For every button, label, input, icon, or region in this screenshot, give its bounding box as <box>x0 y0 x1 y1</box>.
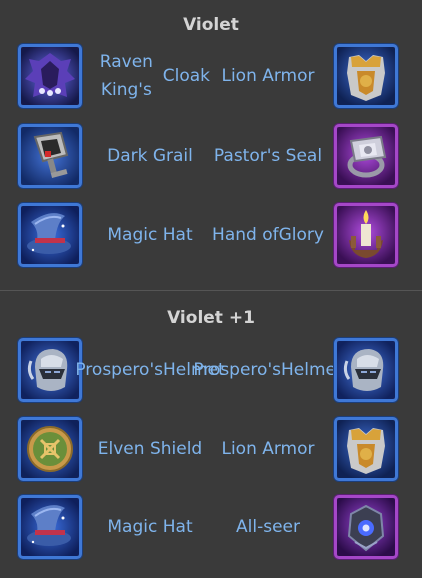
item-guide-panel: Violet Raven King's Cloak Lion Armor Dark… <box>0 0 422 578</box>
pastor-seal-icon[interactable] <box>334 124 398 188</box>
item-name: Prospero's Helmet <box>193 360 343 380</box>
item-name: Hand of Glory <box>212 225 324 245</box>
prospero-helmet-icon[interactable] <box>18 338 82 402</box>
dark-grail-icon[interactable] <box>18 124 82 188</box>
magic-hat-icon[interactable] <box>18 203 82 267</box>
lion-armor-icon[interactable] <box>334 417 398 481</box>
item-name: Magic Hat <box>107 225 193 245</box>
item-row: Prospero's Helmet Prospero's Helmet <box>0 338 422 406</box>
item-name: Dark Grail <box>107 146 193 166</box>
item-name: All-seer <box>236 517 300 537</box>
item-row: Magic Hat All-seer <box>0 495 422 563</box>
lion-armor-icon[interactable] <box>334 44 398 108</box>
item-name: Prospero's Helmet <box>75 360 225 380</box>
section-title-violet-plus-1: Violet +1 <box>167 308 255 328</box>
item-row: Magic Hat Hand of Glory <box>0 203 422 271</box>
section-divider <box>0 290 422 291</box>
item-name: Lion Armor <box>221 439 315 459</box>
item-row: Dark Grail Pastor's Seal <box>0 124 422 192</box>
item-name: Magic Hat <box>107 517 193 537</box>
item-row: Raven King's Cloak Lion Armor <box>0 44 422 112</box>
item-name: Pastor's Seal <box>213 146 323 166</box>
item-row: Elven Shield Lion Armor <box>0 417 422 485</box>
magic-hat-icon[interactable] <box>18 495 82 559</box>
item-name: Elven Shield <box>97 439 203 459</box>
item-name: Raven King's Cloak <box>99 52 210 100</box>
elven-shield-icon[interactable] <box>18 417 82 481</box>
raven-cloak-icon[interactable] <box>18 44 82 108</box>
prospero-helmet-icon[interactable] <box>334 338 398 402</box>
item-name: Lion Armor <box>221 66 315 86</box>
section-title-violet: Violet <box>183 15 239 35</box>
hand-of-glory-icon[interactable] <box>334 203 398 267</box>
all-seer-icon[interactable] <box>334 495 398 559</box>
